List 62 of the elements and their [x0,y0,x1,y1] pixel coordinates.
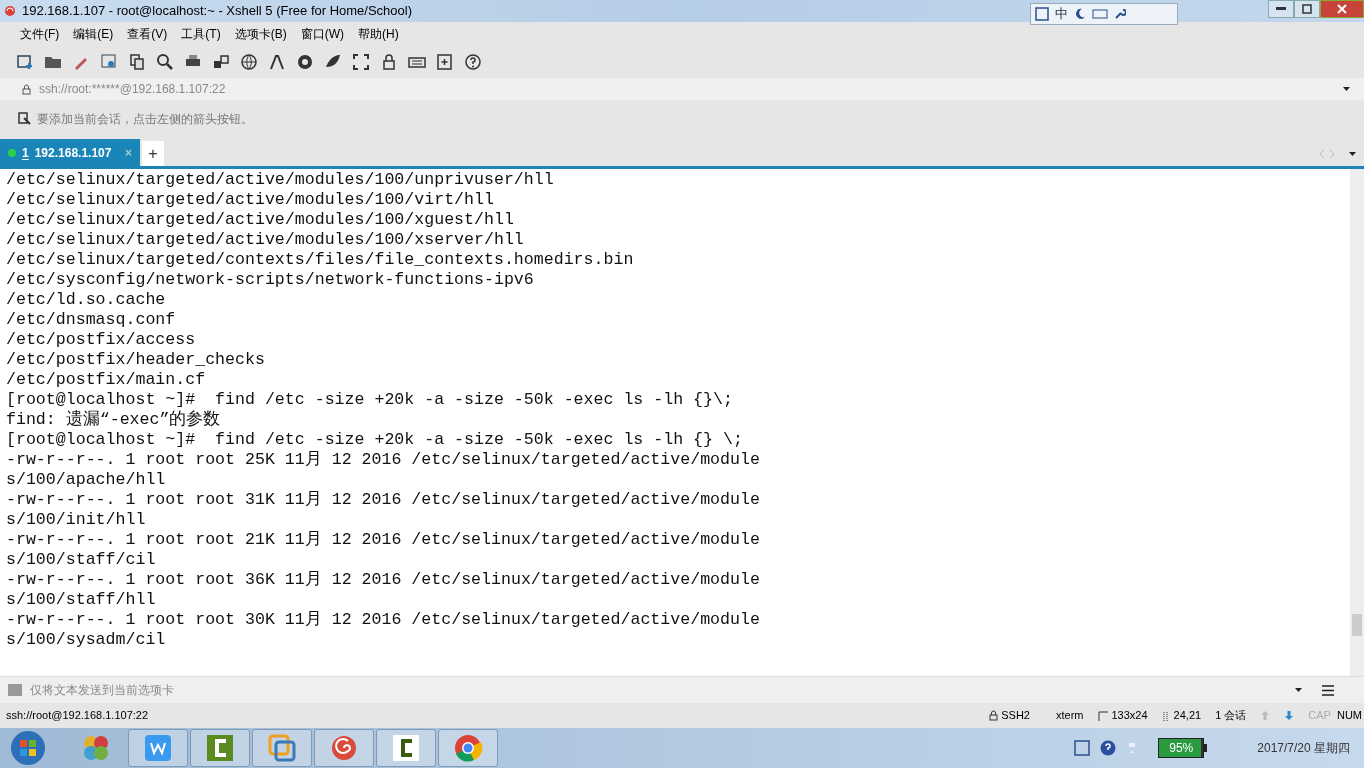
window-title: 192.168.1.107 - root@localhost:~ - Xshell 5 (Free for Home/School) [22,2,413,21]
search-icon[interactable] [156,53,174,71]
menu-item[interactable]: 查看(V) [127,25,168,43]
copy-icon[interactable] [128,53,146,71]
upload-arrow-icon [1260,710,1271,721]
restore-icon [1302,4,1312,14]
size-icon [1097,710,1108,721]
terminal-type: xterm [1056,708,1084,724]
start-button-icon[interactable] [10,730,46,766]
compose-icon [8,684,22,696]
app-logo-icon [4,5,16,17]
tab-label: 192.168.1.107 [34,144,112,162]
menu-item[interactable]: 帮助(H) [358,25,399,43]
menu-item[interactable]: 选项卡(B) [234,25,287,43]
help-icon[interactable] [1100,740,1117,756]
minimize-button[interactable] [1268,0,1294,18]
new-tab-button[interactable]: + [142,141,164,166]
connected-dot-icon [8,148,16,157]
lock-icon [22,83,31,95]
num-lock-indicator: NUM [1336,708,1362,724]
session-count: 1 会话 [1215,708,1247,724]
dropdown-caret-icon[interactable] [1295,688,1302,692]
scrollbar[interactable] [1350,169,1364,676]
dropdown-caret-icon[interactable] [1349,152,1356,156]
menu-item[interactable]: 编辑(E) [73,25,114,43]
taskbar-date: 2017/7/20 星期四 [1257,740,1350,757]
lock-icon [989,710,999,721]
session-hint: 要添加当前会话，点击左侧的箭头按钮。 [37,110,253,128]
close-icon [1337,4,1347,14]
download-arrow-icon [1284,710,1295,721]
menu-item[interactable]: 文件(F) [20,25,60,43]
properties-icon[interactable] [100,53,118,71]
session-tab[interactable]: 1 192.168.1.107 × [0,139,140,166]
minimize-icon [1276,7,1286,11]
new-session-icon[interactable] [16,53,34,71]
lock-icon[interactable] [380,53,398,71]
ime-logo-icon [1035,7,1049,21]
transfer-icon[interactable] [212,53,230,71]
menu-icon[interactable] [1322,684,1334,696]
help-icon[interactable] [464,53,482,71]
globe-icon[interactable] [240,53,258,71]
moon-icon[interactable] [1074,8,1086,20]
ime-logo-icon[interactable] [1074,740,1091,756]
wrench-icon[interactable] [1114,8,1126,20]
restore-button[interactable] [1294,0,1320,18]
connection-status: ssh://root@192.168.1.107:22 [6,708,149,724]
ime-mode[interactable]: 中 [1055,4,1068,24]
caps-lock-indicator: CAP [1308,708,1331,724]
battery-reading: 95% [1168,740,1195,757]
cursor-position-icon [1161,710,1170,721]
tab-number: 1 [22,144,29,162]
cursor-position: 24,21 [1173,708,1202,724]
terminal-size: 133x24 [1111,708,1148,724]
fullscreen-icon[interactable] [352,53,370,71]
new-tab-icon[interactable] [436,53,454,71]
protocol-status: SSH2 [1001,708,1030,724]
close-button[interactable] [1320,0,1364,18]
terminal-output: /etc/selinux/targeted/active/modules/100/unprivuser/hll /etc/selinux/targeted/active/modules/100/virt/hll /etc/selinux/targeted/active/modules/100/xguest/hll /etc/selinux/targeted/active/modules/100/xserver/hll /etc/selinux/targeted/contexts/files/file_contexts.homedirs.bin /etc/sysconfig/network-scripts/network-functions-ipv6 /etc/ld.so.cache /etc/dnsmasq.conf /etc/postfix/access /etc/postfix/header_checks /etc/postfix/main.cf [root@localhost ~]# find /etc -size +20k -a -size -50k -exec ls -lh {}\; find: 遗漏“-exec”的参数 [root@localhost ~]# find /etc -size +20k -a -size -50k -exec ls -lh {} \; -rw-r--r--. 1 root root 25K 11月 12 2016 /etc/selinux/targeted/active/module s/100/apache/hll -rw-r--r--. 1 root root 31K 11月 12 2016 /etc/selinux/targeted/active/module s/100/init/hll -rw-r--r--. 1 root root 21K 11月 12 2016 /etc/selinux/targeted/active/module s/100/staff/cil -rw-r--r--. 1 root root 36K 11月 12 2016 /etc/selinux/targeted/active/module s/100/staff/hll -rw-r--r--. 1 root root 30K 11月 12 2016 /etc/selinux/targeted/active/module s/100/sysadm/cil [5,169,761,651]
keyboard-icon[interactable] [1092,9,1108,19]
dropdown-caret-icon[interactable] [1343,87,1350,91]
menu-item[interactable]: 工具(T) [181,25,221,43]
menu-item[interactable]: 窗口(W) [300,25,344,43]
